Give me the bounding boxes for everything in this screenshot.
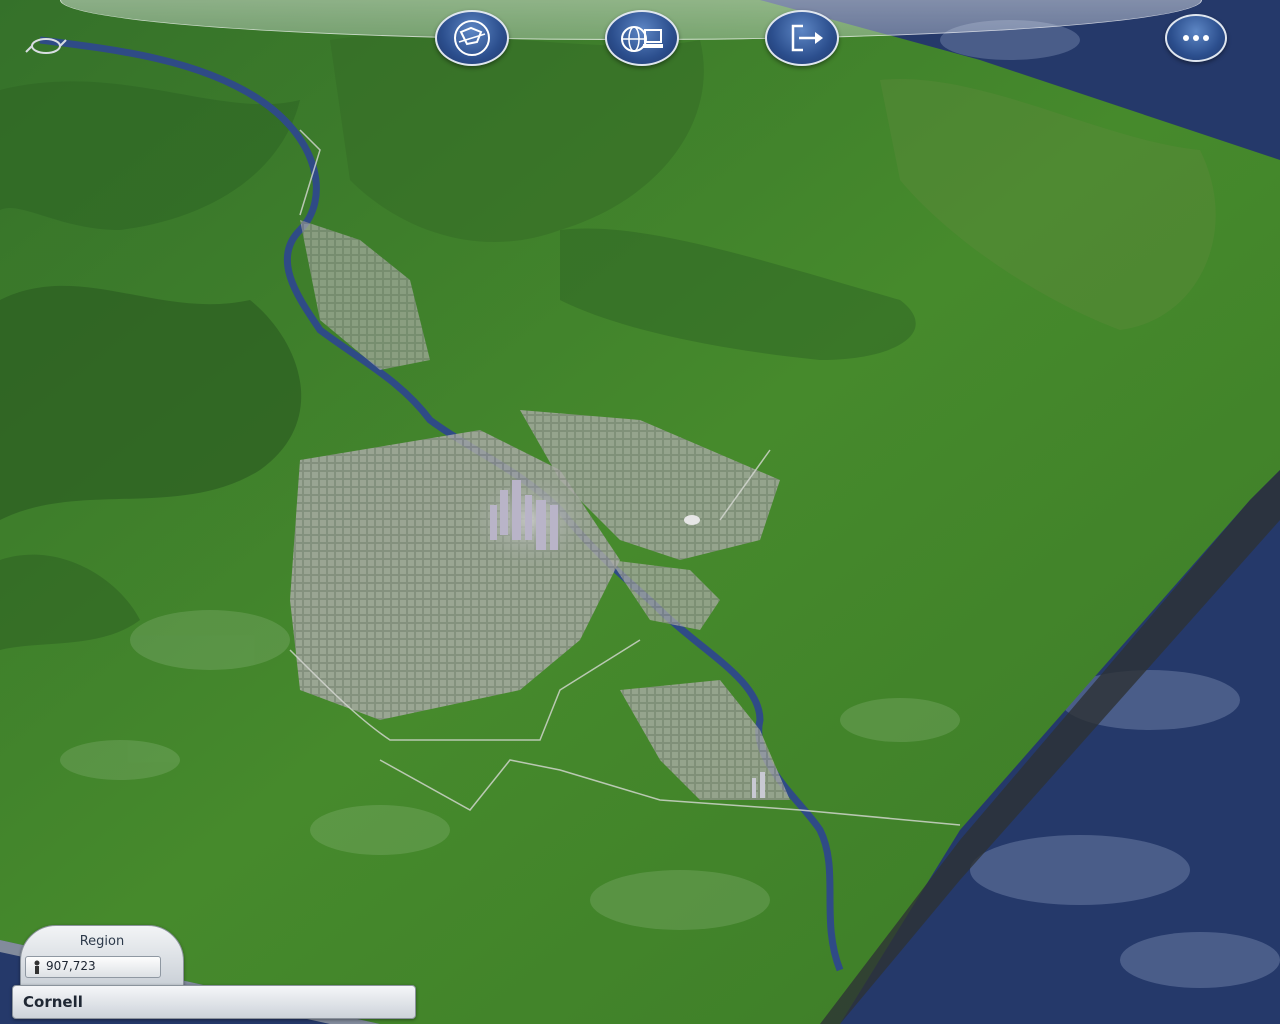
region-title: Region <box>79 934 125 949</box>
game-logo-icon <box>22 30 70 62</box>
population-value: 907,723 <box>46 959 96 973</box>
region-panel: Region 907,723 <box>20 925 184 989</box>
more-options-icon <box>1183 35 1209 41</box>
more-options-button[interactable] <box>1165 14 1227 62</box>
region-name-bar[interactable]: Cornell <box>12 985 416 1019</box>
population-box: 907,723 <box>25 956 161 978</box>
region-view-icon <box>454 20 490 56</box>
exit-icon <box>791 24 823 52</box>
online-button[interactable] <box>605 10 679 66</box>
region-map[interactable] <box>0 0 1280 1024</box>
region-name: Cornell <box>23 993 83 1011</box>
exit-button[interactable] <box>765 10 839 66</box>
online-globe-computer-icon <box>621 26 663 52</box>
person-icon <box>34 960 40 974</box>
region-view-button[interactable] <box>435 10 509 66</box>
